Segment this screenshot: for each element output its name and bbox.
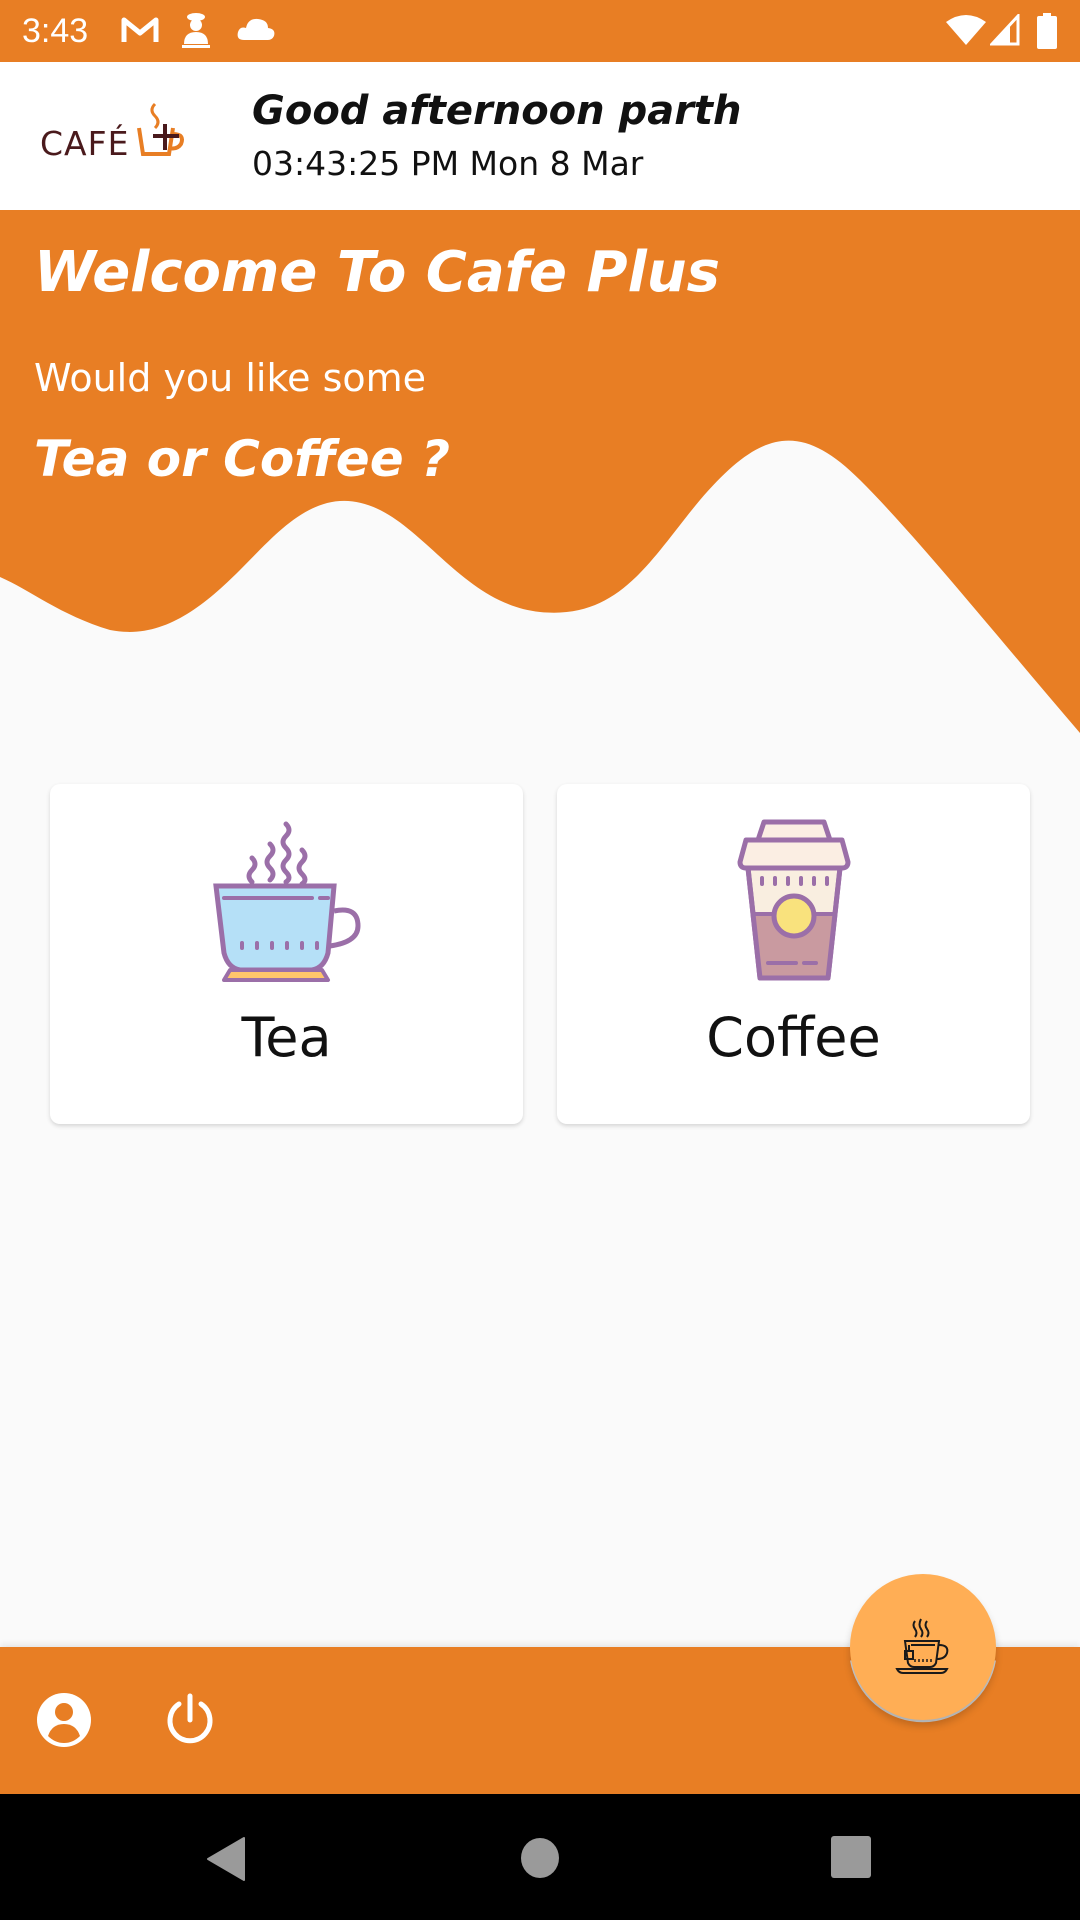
welcome-subtitle: Would you like some xyxy=(34,356,427,400)
app-header: CAFÉ Good afternoon parth 03:43:25 PM Mo… xyxy=(0,62,1080,210)
recents-icon[interactable] xyxy=(831,1836,871,1878)
coffee-option-card[interactable]: Coffee xyxy=(557,784,1030,1124)
datetime-text: 03:43:25 PM Mon 8 Mar xyxy=(252,144,644,183)
tea-label: Tea xyxy=(241,1006,332,1069)
welcome-title: Welcome To Cafe Plus xyxy=(34,240,720,305)
back-icon[interactable] xyxy=(206,1836,246,1882)
tea-cup-icon xyxy=(895,1618,949,1674)
tea-cup-icon xyxy=(212,821,361,982)
coffee-label: Coffee xyxy=(706,1006,881,1069)
power-icon[interactable] xyxy=(162,1692,218,1748)
wifi-icon xyxy=(946,15,986,45)
status-bar: 3:43 xyxy=(0,0,1080,62)
logo-cup-icon xyxy=(137,102,184,156)
cafe-plus-logo: CAFÉ xyxy=(40,100,190,170)
signal-icon xyxy=(990,14,1020,46)
app-notification-icon xyxy=(182,13,210,48)
battery-icon xyxy=(1037,13,1057,49)
cloud-icon xyxy=(237,18,275,40)
order-fab-button[interactable] xyxy=(850,1574,996,1720)
greeting-text: Good afternoon parth xyxy=(252,88,742,134)
status-time: 3:43 xyxy=(22,12,89,50)
welcome-question: Tea or Coffee ? xyxy=(34,430,451,488)
account-circle-icon[interactable] xyxy=(36,1692,92,1748)
gmail-icon xyxy=(121,17,159,42)
app-root: 3:43 CAFÉ Good afternoon parth 03:43:25 … xyxy=(0,0,1080,1920)
coffee-cup-icon xyxy=(737,819,850,981)
tea-option-card[interactable]: Tea xyxy=(50,784,523,1124)
logo-text: CAFÉ xyxy=(40,124,130,163)
home-icon[interactable] xyxy=(520,1837,560,1879)
